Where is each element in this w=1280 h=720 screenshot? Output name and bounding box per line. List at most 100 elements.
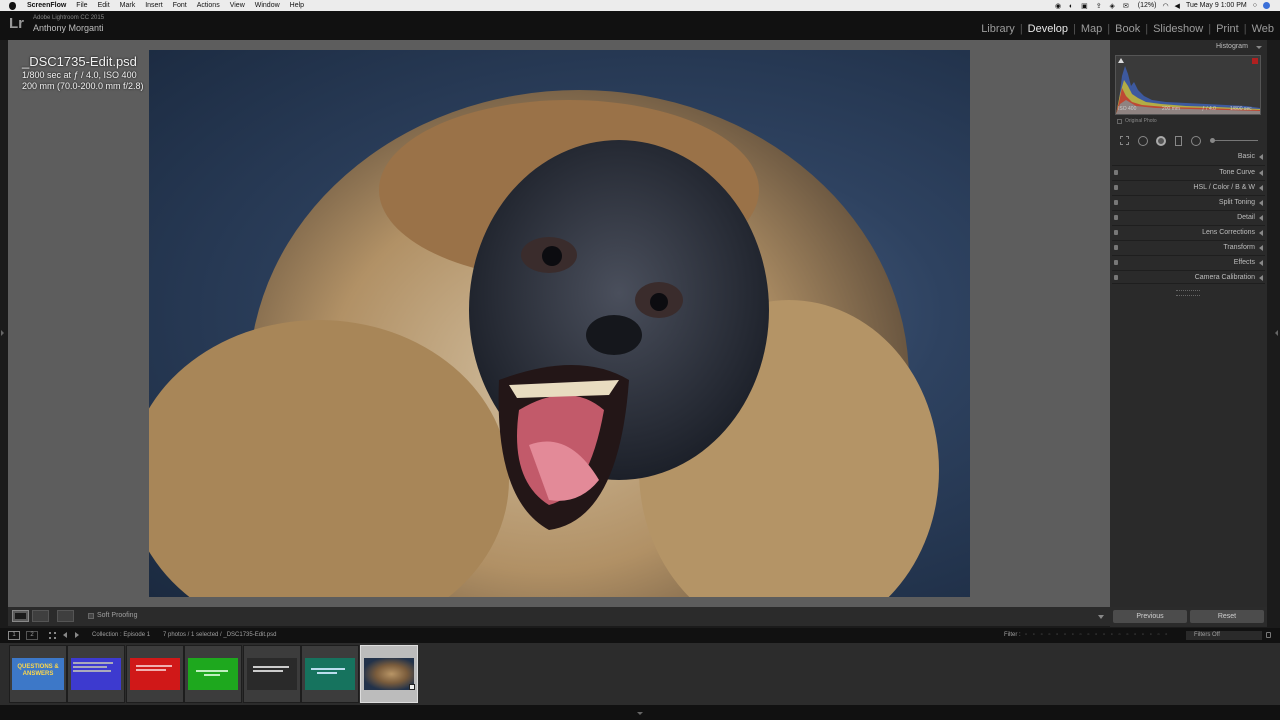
menu-mark[interactable]: Mark (115, 2, 141, 9)
module-map[interactable]: Map (1076, 23, 1102, 35)
panel-transform[interactable]: Transform (1112, 240, 1265, 254)
grid-view-icon[interactable] (49, 632, 56, 639)
red-eye-icon[interactable] (1156, 136, 1166, 146)
panel-split-toning-label: Split Toning (1218, 199, 1255, 206)
clock[interactable]: Tue May 9 1:00 PM (1186, 2, 1247, 9)
filmstrip-thumb-2[interactable] (67, 645, 125, 703)
filmstrip-thumb-6[interactable] (301, 645, 359, 703)
back-arrow-icon[interactable] (63, 632, 67, 638)
apple-icon[interactable] (9, 1, 16, 10)
radial-filter-icon[interactable] (1191, 136, 1201, 146)
main-photo[interactable] (149, 50, 970, 597)
page-1-button[interactable]: 1 (8, 631, 20, 640)
macos-menu-bar: ScreenFlow File Edit Mark Insert Font Ac… (0, 0, 1280, 11)
panel-toggle-switch[interactable] (1114, 245, 1118, 250)
highlight-clipping-icon[interactable] (1252, 58, 1258, 64)
shadow-clipping-icon[interactable] (1118, 58, 1124, 63)
lr-version: Adobe Lightroom CC 2015 (33, 15, 105, 21)
before-after-icon[interactable] (32, 610, 49, 622)
filmstrip-thumb-7-selected[interactable] (360, 645, 418, 703)
right-panel-toggle-icon[interactable] (1275, 330, 1278, 336)
crop-tool-icon[interactable] (1120, 136, 1129, 145)
panel-lens-corrections-label: Lens Corrections (1202, 229, 1255, 236)
filmstrip-thumb-4[interactable] (184, 645, 242, 703)
panel-tone-curve-label: Tone Curve (1219, 169, 1255, 176)
thumb-image (71, 658, 121, 690)
module-develop[interactable]: Develop (1023, 23, 1068, 35)
panel-expand-icon (1259, 275, 1263, 281)
panel-camera-calibration[interactable]: Camera Calibration (1112, 270, 1265, 284)
notification-center-icon[interactable] (1263, 2, 1270, 9)
menu-file[interactable]: File (71, 2, 92, 9)
panel-toggle-switch[interactable] (1114, 230, 1118, 235)
panel-hsl[interactable]: HSL / Color / B & W (1112, 180, 1265, 194)
panel-detail[interactable]: Detail (1112, 210, 1265, 224)
panel-expand-icon (1259, 260, 1263, 266)
reset-button[interactable]: Reset (1190, 610, 1264, 623)
filter-lock-icon[interactable] (1266, 632, 1271, 638)
before-after-dropdown-icon[interactable] (57, 610, 74, 622)
filmstrip-thumb-5[interactable] (243, 645, 301, 703)
panel-lens-corrections[interactable]: Lens Corrections (1112, 225, 1265, 239)
monkey-photo-illustration (149, 90, 939, 597)
module-library[interactable]: Library (976, 23, 1015, 35)
spot-removal-icon[interactable] (1138, 136, 1148, 146)
panel-toggle-switch[interactable] (1114, 200, 1118, 205)
panel-transform-label: Transform (1223, 244, 1255, 251)
filter-dropdown[interactable]: Filters Off (1186, 631, 1262, 640)
panel-toggle-switch[interactable] (1114, 275, 1118, 280)
search-icon[interactable]: ○ (1253, 2, 1257, 9)
panel-toggle-switch[interactable] (1114, 185, 1118, 190)
page-2-button[interactable]: 2 (26, 631, 38, 640)
module-print[interactable]: Print (1211, 23, 1239, 35)
panel-split-toning[interactable]: Split Toning (1112, 195, 1265, 209)
module-book[interactable]: Book (1110, 23, 1140, 35)
thumb-image (364, 658, 414, 690)
menu-font[interactable]: Font (168, 2, 192, 9)
filmstrip-thumb-3[interactable] (126, 645, 184, 703)
forward-arrow-icon[interactable] (75, 632, 79, 638)
histogram-title[interactable]: Histogram (1216, 43, 1248, 50)
original-photo-checkbox[interactable] (1117, 119, 1122, 124)
panel-detail-label: Detail (1237, 214, 1255, 221)
panel-basic[interactable]: Basic (1112, 150, 1265, 164)
collapse-bottom-panel-icon[interactable] (637, 712, 643, 715)
wifi-icon[interactable]: ◠ (1162, 2, 1168, 10)
rating-filter-icons[interactable]: ▫ ▫ ▫ ▫ ▫ ▫ ▫ ▫ ▫ ▫ ▫ ▫ ▫ ▫ ▫ ▫ ▫ ▫ ▫ (1025, 632, 1169, 638)
adjustment-brush-icon[interactable] (1210, 138, 1215, 143)
toolbar-menu-icon[interactable] (1098, 615, 1104, 619)
panel-expand-icon (1259, 230, 1263, 236)
panel-toggle-switch[interactable] (1114, 260, 1118, 265)
panel-expand-icon (1259, 215, 1263, 221)
selection-info[interactable]: 7 photos / 1 selected / _DSC1735-Edit.ps… (163, 632, 276, 638)
soft-proofing-checkbox[interactable] (88, 613, 94, 619)
menu-app-name[interactable]: ScreenFlow (22, 2, 71, 9)
adjustment-brush-slider[interactable] (1212, 140, 1258, 141)
panel-toggle-switch[interactable] (1114, 170, 1118, 175)
loupe-view-icon[interactable] (12, 610, 29, 622)
module-slideshow[interactable]: Slideshow (1148, 23, 1203, 35)
panel-expand-icon (1259, 185, 1263, 191)
histogram-shutter: 1/800 sec (1230, 106, 1252, 112)
histogram-collapse-icon[interactable] (1256, 46, 1262, 49)
left-panel-toggle-icon[interactable] (1, 330, 4, 336)
panel-basic-label: Basic (1237, 153, 1255, 160)
menu-help[interactable]: Help (285, 2, 309, 9)
graduated-filter-icon[interactable] (1175, 136, 1182, 146)
panel-effects[interactable]: Effects (1112, 255, 1265, 269)
status-icons: ◉ ◐ ▣ ⇪ ◈ ✉ (1054, 2, 1132, 10)
menu-actions[interactable]: Actions (192, 2, 225, 9)
menu-view[interactable]: View (225, 2, 250, 9)
panel-camera-calibration-label: Camera Calibration (1194, 274, 1255, 281)
panel-toggle-switch[interactable] (1114, 215, 1118, 220)
filmstrip-thumb-1[interactable]: QUESTIONS & ANSWERS (9, 645, 67, 703)
module-web[interactable]: Web (1247, 23, 1274, 35)
previous-button[interactable]: Previous (1113, 610, 1187, 623)
menu-window[interactable]: Window (250, 2, 285, 9)
menu-edit[interactable]: Edit (93, 2, 115, 9)
histogram[interactable]: ISO 400 200 mm ƒ / 4.0 1/800 sec (1115, 55, 1261, 115)
menu-insert[interactable]: Insert (140, 2, 168, 9)
volume-icon[interactable]: ◀ (1175, 2, 1180, 10)
panel-tone-curve[interactable]: Tone Curve (1112, 165, 1265, 179)
panel-effects-label: Effects (1233, 259, 1255, 266)
